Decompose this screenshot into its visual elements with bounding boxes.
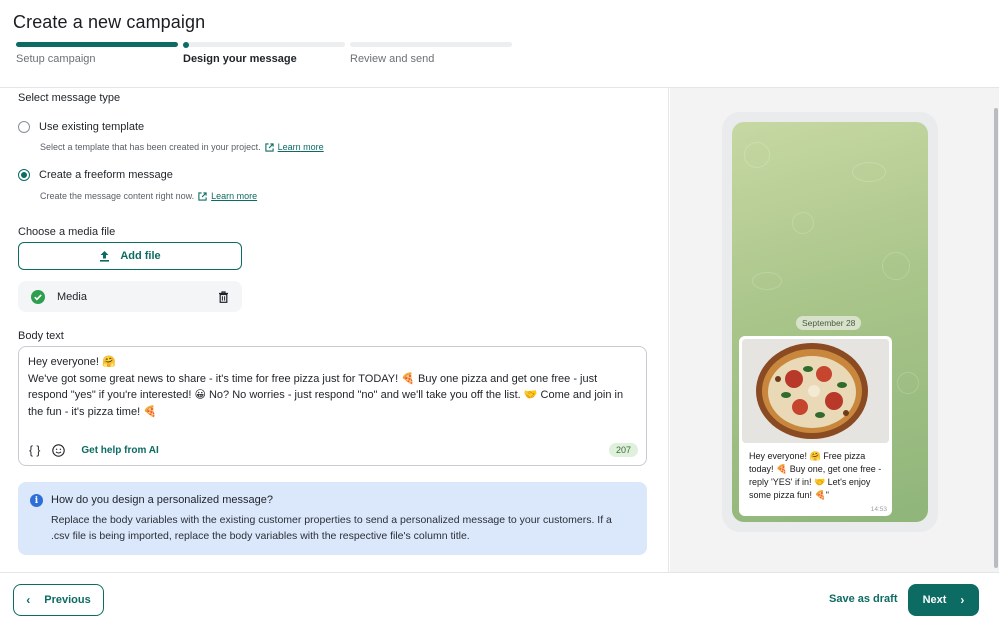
body-text-editor[interactable]: Hey everyone! 🤗 We've got some great news… xyxy=(18,346,647,466)
previous-label: Previous xyxy=(44,594,91,606)
emoji-icon[interactable] xyxy=(52,443,66,457)
option-description: Select a template that has been created … xyxy=(40,142,324,152)
radio-button-selected[interactable] xyxy=(18,169,30,181)
learn-more-link[interactable]: Learn more xyxy=(211,191,257,201)
media-label: Choose a media file xyxy=(18,226,116,238)
external-link-icon xyxy=(265,142,274,152)
body-text-label: Body text xyxy=(18,330,64,342)
check-circle-icon xyxy=(31,289,45,304)
step-label: Review and send xyxy=(350,53,435,65)
editor-toolbar: { } Get help from AI xyxy=(29,443,159,457)
footer-actions: ‹ Previous Save as draft Next › xyxy=(0,572,999,626)
body-text-content[interactable]: Hey everyone! 🤗 We've got some great news… xyxy=(28,354,638,420)
page-title: Create a new campaign xyxy=(13,12,206,32)
step-label: Setup campaign xyxy=(16,53,96,65)
next-button[interactable]: Next › xyxy=(908,584,979,616)
wallpaper-doodle xyxy=(882,252,910,280)
option-use-template[interactable]: Use existing template xyxy=(18,121,144,133)
variable-braces-icon[interactable]: { } xyxy=(29,443,40,457)
step-progress-dot xyxy=(183,42,189,48)
ai-help-button[interactable]: Get help from AI xyxy=(81,445,158,456)
media-file-item: Media xyxy=(18,281,242,312)
character-count-badge: 207 xyxy=(608,443,638,457)
add-file-label: Add file xyxy=(120,250,161,262)
step-progress-bar xyxy=(16,42,178,47)
external-link-icon xyxy=(198,191,207,201)
date-chip: September 28 xyxy=(796,316,862,330)
body-line: We've got some great news to share - it'… xyxy=(28,372,624,418)
preview-scrollbar[interactable] xyxy=(993,98,999,568)
step-setup-campaign[interactable]: Setup campaign xyxy=(16,42,178,65)
pizza-image xyxy=(742,339,889,443)
description-text: Create the message content right now. xyxy=(40,191,195,201)
radio-button[interactable] xyxy=(18,121,30,133)
wallpaper-doodle xyxy=(744,142,770,168)
step-progress-bar xyxy=(183,42,345,47)
info-title: How do you design a personalized message… xyxy=(51,494,273,506)
wallpaper-doodle xyxy=(792,212,814,234)
chat-preview-screen: September 28 Hey everyone! 🤗 Free pizza … xyxy=(732,122,928,522)
chevron-right-icon: › xyxy=(960,593,965,607)
upload-icon xyxy=(100,251,110,262)
message-timestamp: 14:53 xyxy=(870,506,887,513)
scrollbar-thumb[interactable] xyxy=(994,108,998,568)
info-icon: i xyxy=(30,494,43,507)
wallpaper-doodle xyxy=(852,162,886,182)
option-description: Create the message content right now. Le… xyxy=(40,191,257,201)
option-label: Use existing template xyxy=(39,121,145,133)
body-line: Hey everyone! 🤗 xyxy=(28,356,116,368)
learn-more-link[interactable]: Learn more xyxy=(278,142,324,152)
option-freeform[interactable]: Create a freeform message xyxy=(18,169,173,181)
previous-button[interactable]: ‹ Previous xyxy=(13,584,104,616)
save-draft-button[interactable]: Save as draft xyxy=(829,593,897,605)
message-preview-pane: September 28 Hey everyone! 🤗 Free pizza … xyxy=(670,88,999,572)
step-progress-bar xyxy=(350,42,512,47)
chat-message-bubble: Hey everyone! 🤗 Free pizza today! 🍕 Buy … xyxy=(739,336,892,516)
add-file-button[interactable]: Add file xyxy=(18,242,242,270)
option-label: Create a freeform message xyxy=(39,169,173,181)
message-form: Select message type Use existing templat… xyxy=(0,88,669,572)
wallpaper-doodle xyxy=(752,272,782,290)
preview-message-text: Hey everyone! 🤗 Free pizza today! 🍕 Buy … xyxy=(749,451,882,500)
info-callout: i How do you design a personalized messa… xyxy=(18,482,647,555)
description-text: Select a template that has been created … xyxy=(40,142,261,152)
wallpaper-doodle xyxy=(897,372,919,394)
message-type-label: Select message type xyxy=(18,92,121,104)
info-text: Replace the body variables with the exis… xyxy=(51,514,612,542)
step-label: Design your message xyxy=(183,53,297,65)
page-header: Create a new campaign Setup campaign Des… xyxy=(0,0,999,88)
trash-icon[interactable] xyxy=(218,290,229,303)
step-review-send[interactable]: Review and send xyxy=(350,42,512,65)
media-file-name: Media xyxy=(57,290,87,303)
step-design-message[interactable]: Design your message xyxy=(183,42,345,65)
chevron-left-icon: ‹ xyxy=(26,593,31,607)
next-label: Next xyxy=(922,594,947,606)
